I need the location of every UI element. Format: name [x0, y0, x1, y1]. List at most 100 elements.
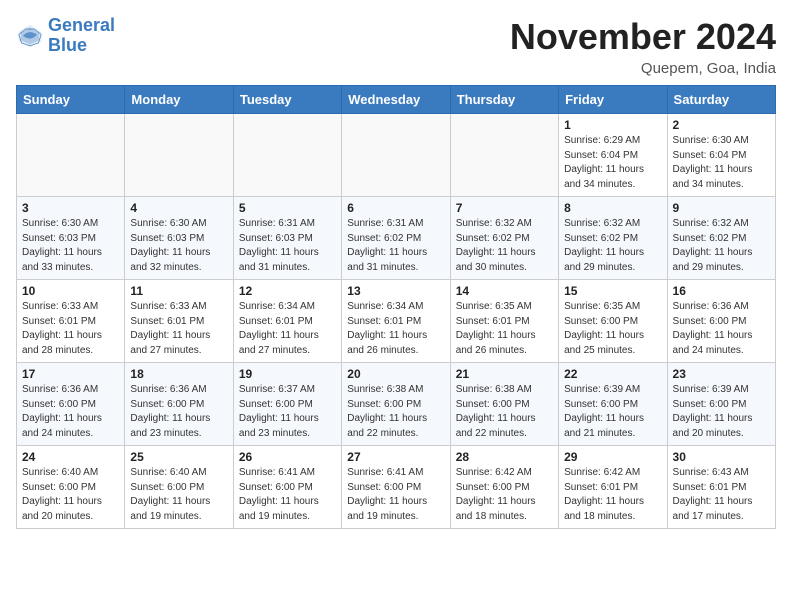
weekday-header: Wednesday — [342, 86, 450, 114]
logo: GeneralBlue — [16, 16, 115, 56]
day-info: Sunrise: 6:40 AM Sunset: 6:00 PM Dayligh… — [22, 466, 119, 524]
day-number: 5 — [239, 201, 336, 215]
day-info: Sunrise: 6:33 AM Sunset: 6:01 PM Dayligh… — [130, 300, 227, 358]
page-header: GeneralBlue November 2024 Quepem, Goa, I… — [16, 16, 776, 77]
calendar-day-cell: 10 Sunrise: 6:33 AM Sunset: 6:01 PM Dayli… — [17, 280, 125, 363]
location: Quepem, Goa, India — [510, 60, 776, 77]
calendar-day-cell: 1 Sunrise: 6:29 AM Sunset: 6:04 PM Daylig… — [559, 114, 667, 197]
day-info: Sunrise: 6:30 AM Sunset: 6:03 PM Dayligh… — [130, 217, 227, 275]
calendar-day-cell: 5Sunrise: 6:31 AM Sunset: 6:03 PM Daylig… — [233, 197, 341, 280]
day-number: 9 — [673, 201, 770, 215]
calendar-day-cell: 9 Sunrise: 6:32 AM Sunset: 6:02 PM Daylig… — [667, 197, 775, 280]
calendar-day-cell: 15 Sunrise: 6:35 AM Sunset: 6:00 PM Dayli… — [559, 280, 667, 363]
calendar-week-row: 17 Sunrise: 6:36 AM Sunset: 6:00 PM Dayli… — [17, 363, 776, 446]
day-info: Sunrise: 6:41 AM Sunset: 6:00 PM Dayligh… — [347, 466, 444, 524]
calendar-day-cell: 21Sunrise: 6:38 AM Sunset: 6:00 PM Dayli… — [450, 363, 558, 446]
weekday-header: Sunday — [17, 86, 125, 114]
month-title: November 2024 — [510, 16, 776, 58]
day-number: 15 — [564, 284, 661, 298]
calendar-week-row: 24 Sunrise: 6:40 AM Sunset: 6:00 PM Dayli… — [17, 446, 776, 529]
day-number: 13 — [347, 284, 444, 298]
weekday-header: Tuesday — [233, 86, 341, 114]
day-number: 17 — [22, 367, 119, 381]
calendar-day-cell: 17 Sunrise: 6:36 AM Sunset: 6:00 PM Dayli… — [17, 363, 125, 446]
day-number: 7 — [456, 201, 553, 215]
calendar-day-cell: 29Sunrise: 6:42 AM Sunset: 6:01 PM Dayli… — [559, 446, 667, 529]
day-number: 28 — [456, 450, 553, 464]
calendar-day-cell — [17, 114, 125, 197]
day-number: 21 — [456, 367, 553, 381]
day-number: 22 — [564, 367, 661, 381]
day-number: 27 — [347, 450, 444, 464]
day-info: Sunrise: 6:40 AM Sunset: 6:00 PM Dayligh… — [130, 466, 227, 524]
day-number: 18 — [130, 367, 227, 381]
day-info: Sunrise: 6:34 AM Sunset: 6:01 PM Dayligh… — [239, 300, 336, 358]
calendar-day-cell: 4 Sunrise: 6:30 AM Sunset: 6:03 PM Daylig… — [125, 197, 233, 280]
day-info: Sunrise: 6:42 AM Sunset: 6:00 PM Dayligh… — [456, 466, 553, 524]
day-number: 24 — [22, 450, 119, 464]
calendar-day-cell: 27 Sunrise: 6:41 AM Sunset: 6:00 PM Dayli… — [342, 446, 450, 529]
day-number: 10 — [22, 284, 119, 298]
day-info: Sunrise: 6:38 AM Sunset: 6:00 PM Dayligh… — [347, 383, 444, 441]
day-info: Sunrise: 6:35 AM Sunset: 6:00 PM Dayligh… — [564, 300, 661, 358]
day-number: 16 — [673, 284, 770, 298]
calendar-week-row: 3 Sunrise: 6:30 AM Sunset: 6:03 PM Daylig… — [17, 197, 776, 280]
day-info: Sunrise: 6:32 AM Sunset: 6:02 PM Dayligh… — [673, 217, 770, 275]
title-block: November 2024 Quepem, Goa, India — [510, 16, 776, 77]
calendar-day-cell: 2 Sunrise: 6:30 AM Sunset: 6:04 PM Daylig… — [667, 114, 775, 197]
logo-icon — [16, 22, 44, 50]
day-number: 1 — [564, 118, 661, 132]
day-info: Sunrise: 6:41 AM Sunset: 6:00 PM Dayligh… — [239, 466, 336, 524]
calendar-day-cell: 3 Sunrise: 6:30 AM Sunset: 6:03 PM Daylig… — [17, 197, 125, 280]
weekday-header: Thursday — [450, 86, 558, 114]
calendar-day-cell: 23Sunrise: 6:39 AM Sunset: 6:00 PM Dayli… — [667, 363, 775, 446]
day-number: 3 — [22, 201, 119, 215]
day-number: 4 — [130, 201, 227, 215]
weekday-header: Saturday — [667, 86, 775, 114]
day-number: 12 — [239, 284, 336, 298]
day-info: Sunrise: 6:37 AM Sunset: 6:00 PM Dayligh… — [239, 383, 336, 441]
calendar-day-cell — [125, 114, 233, 197]
calendar-day-cell: 16Sunrise: 6:36 AM Sunset: 6:00 PM Dayli… — [667, 280, 775, 363]
day-info: Sunrise: 6:36 AM Sunset: 6:00 PM Dayligh… — [22, 383, 119, 441]
day-info: Sunrise: 6:32 AM Sunset: 6:02 PM Dayligh… — [456, 217, 553, 275]
day-info: Sunrise: 6:33 AM Sunset: 6:01 PM Dayligh… — [22, 300, 119, 358]
calendar-table: SundayMondayTuesdayWednesdayThursdayFrid… — [16, 85, 776, 529]
day-info: Sunrise: 6:30 AM Sunset: 6:04 PM Dayligh… — [673, 134, 770, 192]
day-number: 2 — [673, 118, 770, 132]
logo-text: GeneralBlue — [48, 16, 115, 56]
calendar-week-row: 10 Sunrise: 6:33 AM Sunset: 6:01 PM Dayli… — [17, 280, 776, 363]
day-number: 26 — [239, 450, 336, 464]
day-number: 23 — [673, 367, 770, 381]
calendar-day-cell: 8Sunrise: 6:32 AM Sunset: 6:02 PM Daylig… — [559, 197, 667, 280]
calendar-day-cell: 20 Sunrise: 6:38 AM Sunset: 6:00 PM Dayli… — [342, 363, 450, 446]
day-number: 11 — [130, 284, 227, 298]
calendar-day-cell: 24 Sunrise: 6:40 AM Sunset: 6:00 PM Dayli… — [17, 446, 125, 529]
day-number: 20 — [347, 367, 444, 381]
weekday-header: Monday — [125, 86, 233, 114]
weekday-header: Friday — [559, 86, 667, 114]
calendar-day-cell: 14 Sunrise: 6:35 AM Sunset: 6:01 PM Dayli… — [450, 280, 558, 363]
calendar-day-cell: 6Sunrise: 6:31 AM Sunset: 6:02 PM Daylig… — [342, 197, 450, 280]
day-info: Sunrise: 6:35 AM Sunset: 6:01 PM Dayligh… — [456, 300, 553, 358]
day-info: Sunrise: 6:39 AM Sunset: 6:00 PM Dayligh… — [564, 383, 661, 441]
calendar-day-cell: 12 Sunrise: 6:34 AM Sunset: 6:01 PM Dayli… — [233, 280, 341, 363]
day-number: 14 — [456, 284, 553, 298]
calendar-day-cell — [450, 114, 558, 197]
day-number: 8 — [564, 201, 661, 215]
day-info: Sunrise: 6:34 AM Sunset: 6:01 PM Dayligh… — [347, 300, 444, 358]
calendar-day-cell — [233, 114, 341, 197]
calendar-day-cell: 19 Sunrise: 6:37 AM Sunset: 6:00 PM Dayli… — [233, 363, 341, 446]
day-info: Sunrise: 6:29 AM Sunset: 6:04 PM Dayligh… — [564, 134, 661, 192]
calendar-header-row: SundayMondayTuesdayWednesdayThursdayFrid… — [17, 86, 776, 114]
day-number: 19 — [239, 367, 336, 381]
calendar-day-cell: 30Sunrise: 6:43 AM Sunset: 6:01 PM Dayli… — [667, 446, 775, 529]
calendar-day-cell: 28 Sunrise: 6:42 AM Sunset: 6:00 PM Dayli… — [450, 446, 558, 529]
calendar-day-cell: 22 Sunrise: 6:39 AM Sunset: 6:00 PM Dayli… — [559, 363, 667, 446]
day-info: Sunrise: 6:30 AM Sunset: 6:03 PM Dayligh… — [22, 217, 119, 275]
calendar-day-cell: 7 Sunrise: 6:32 AM Sunset: 6:02 PM Daylig… — [450, 197, 558, 280]
calendar-day-cell: 26 Sunrise: 6:41 AM Sunset: 6:00 PM Dayli… — [233, 446, 341, 529]
day-info: Sunrise: 6:31 AM Sunset: 6:02 PM Dayligh… — [347, 217, 444, 275]
calendar-day-cell: 25Sunrise: 6:40 AM Sunset: 6:00 PM Dayli… — [125, 446, 233, 529]
calendar-day-cell: 18Sunrise: 6:36 AM Sunset: 6:00 PM Dayli… — [125, 363, 233, 446]
